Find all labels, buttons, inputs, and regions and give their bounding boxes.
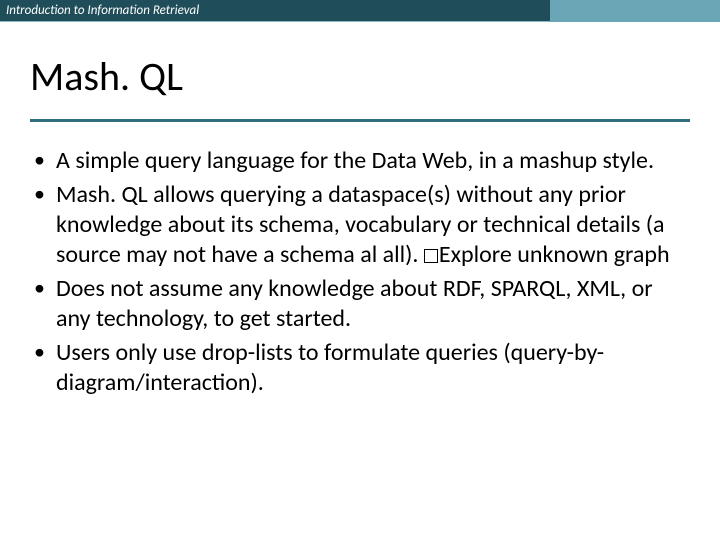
title-container: Mash. QL (0, 22, 720, 111)
bullet-text: Does not assume any knowledge about RDF,… (56, 274, 653, 333)
slide-title: Mash. QL (30, 52, 690, 101)
placeholder-glyph-icon (424, 249, 438, 263)
bullet-text: Users only use drop-lists to formulate q… (56, 338, 604, 397)
bullet-item: Does not assume any knowledge about RDF,… (34, 274, 686, 334)
slide: Introduction to Information Retrieval Ma… (0, 0, 720, 540)
bullet-item: A simple query language for the Data Web… (34, 146, 686, 176)
header-bar: Introduction to Information Retrieval (0, 0, 720, 22)
bullet-text: A simple query language for the Data Web… (56, 146, 654, 175)
content-area: A simple query language for the Data Web… (0, 122, 720, 398)
bullet-item: Mash. QL allows querying a dataspace(s) … (34, 180, 686, 270)
header-course-title: Introduction to Information Retrieval (6, 3, 199, 18)
bullet-text: Mash. QL allows querying a dataspace(s) … (56, 180, 670, 269)
bullet-list: A simple query language for the Data Web… (34, 146, 686, 398)
bullet-item: Users only use drop-lists to formulate q… (34, 338, 686, 398)
header-accent (550, 0, 720, 22)
